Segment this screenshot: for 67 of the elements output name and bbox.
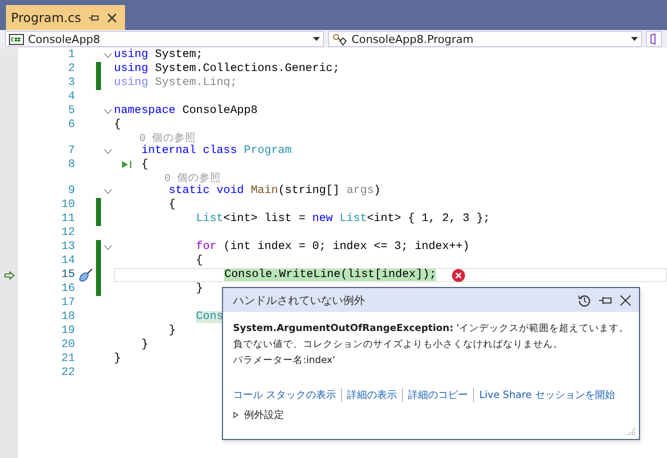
line-number: 8 xyxy=(67,159,75,171)
caret-icon xyxy=(631,37,638,41)
caret-icon xyxy=(313,37,320,41)
collapse-chevron-icon[interactable] xyxy=(104,188,112,194)
popup-link[interactable]: 詳細の表示 xyxy=(347,388,398,402)
pin-icon[interactable] xyxy=(89,12,100,22)
popup-link[interactable]: Live Share セッションを開始 xyxy=(479,388,615,402)
line-number: 11 xyxy=(60,213,75,225)
line-number: 7 xyxy=(67,145,75,157)
exception-settings-toggle[interactable]: 例外設定 xyxy=(233,408,629,422)
line-number: 20 xyxy=(60,339,75,351)
line-number: 16 xyxy=(60,283,75,295)
close-icon[interactable] xyxy=(620,294,631,306)
line-number: 9 xyxy=(67,185,75,197)
cube-icon xyxy=(650,33,658,45)
member-dropdown[interactable]: ConsoleApp8.Program xyxy=(328,31,642,47)
code-line: } xyxy=(168,324,176,338)
collapse-chevron-icon[interactable] xyxy=(104,52,112,58)
code-line: using System; xyxy=(114,48,203,62)
line-number: 13 xyxy=(60,241,75,253)
history-icon[interactable] xyxy=(578,294,591,306)
line-number: 22 xyxy=(60,367,75,379)
code-line: { xyxy=(196,254,203,268)
code-line: internal class Program xyxy=(141,144,292,158)
line-number: 1 xyxy=(67,49,75,61)
line-number: 4 xyxy=(67,91,75,103)
code-line: { xyxy=(114,118,121,132)
line-number: 6 xyxy=(67,119,75,131)
collapse-chevron-icon[interactable] xyxy=(104,108,112,114)
code-line: { xyxy=(141,158,148,172)
code-line: List<int> list = new List<int> { 1, 2, 3 }; xyxy=(196,212,490,226)
popup-link[interactable]: コール スタックの表示 xyxy=(233,388,336,402)
close-icon[interactable] xyxy=(107,12,118,22)
file-tab[interactable]: Program.cs xyxy=(6,5,126,30)
line-number: 14 xyxy=(60,255,75,267)
line-number: 2 xyxy=(67,63,75,75)
project-dropdown[interactable]: ConsoleApp8 xyxy=(5,31,324,47)
exception-message: System.ArgumentOutOfRangeException: 'インデックスが範囲を超えています。 負でない値で、コレクションのサイズよりも小さくなければなりません。 パラメーター名:index' xyxy=(233,322,629,368)
code-line: namespace ConsoleApp8 xyxy=(114,104,258,118)
code-line: { xyxy=(168,198,176,212)
collapse-chevron-icon[interactable] xyxy=(104,244,112,250)
line-number: 21 xyxy=(60,353,75,365)
line-number: 3 xyxy=(67,77,75,89)
member-dropdown[interactable] xyxy=(646,31,662,47)
line-number: 18 xyxy=(60,311,75,323)
pin-icon[interactable] xyxy=(599,294,612,306)
code-line: } xyxy=(141,338,148,352)
code-line: } xyxy=(196,282,203,296)
class-icon xyxy=(332,32,348,46)
line-number: 15 xyxy=(60,269,75,281)
code-line: } xyxy=(114,352,121,366)
code-line: using System.Collections.Generic; xyxy=(114,62,340,76)
tab-title: Program.cs xyxy=(11,10,82,25)
line-number: 10 xyxy=(60,199,75,211)
popup-title: ハンドルされていない例外 xyxy=(233,292,366,308)
popup-link[interactable]: 詳細のコピー xyxy=(408,388,468,402)
code-line: for (int index = 0; index <= 3; index++) xyxy=(196,240,470,254)
code-line: static void Main(string[] args) xyxy=(168,184,381,198)
line-number: 19 xyxy=(60,325,75,337)
brush-icon[interactable] xyxy=(78,268,92,282)
line-number: 17 xyxy=(60,297,75,309)
code-line: using System.Linq; xyxy=(114,76,238,90)
line-number: 12 xyxy=(60,227,75,239)
project-file-icon xyxy=(9,34,24,44)
line-number: 5 xyxy=(67,105,75,117)
collapse-chevron-icon[interactable] xyxy=(104,148,112,154)
run-to-here-icon[interactable] xyxy=(122,160,133,169)
